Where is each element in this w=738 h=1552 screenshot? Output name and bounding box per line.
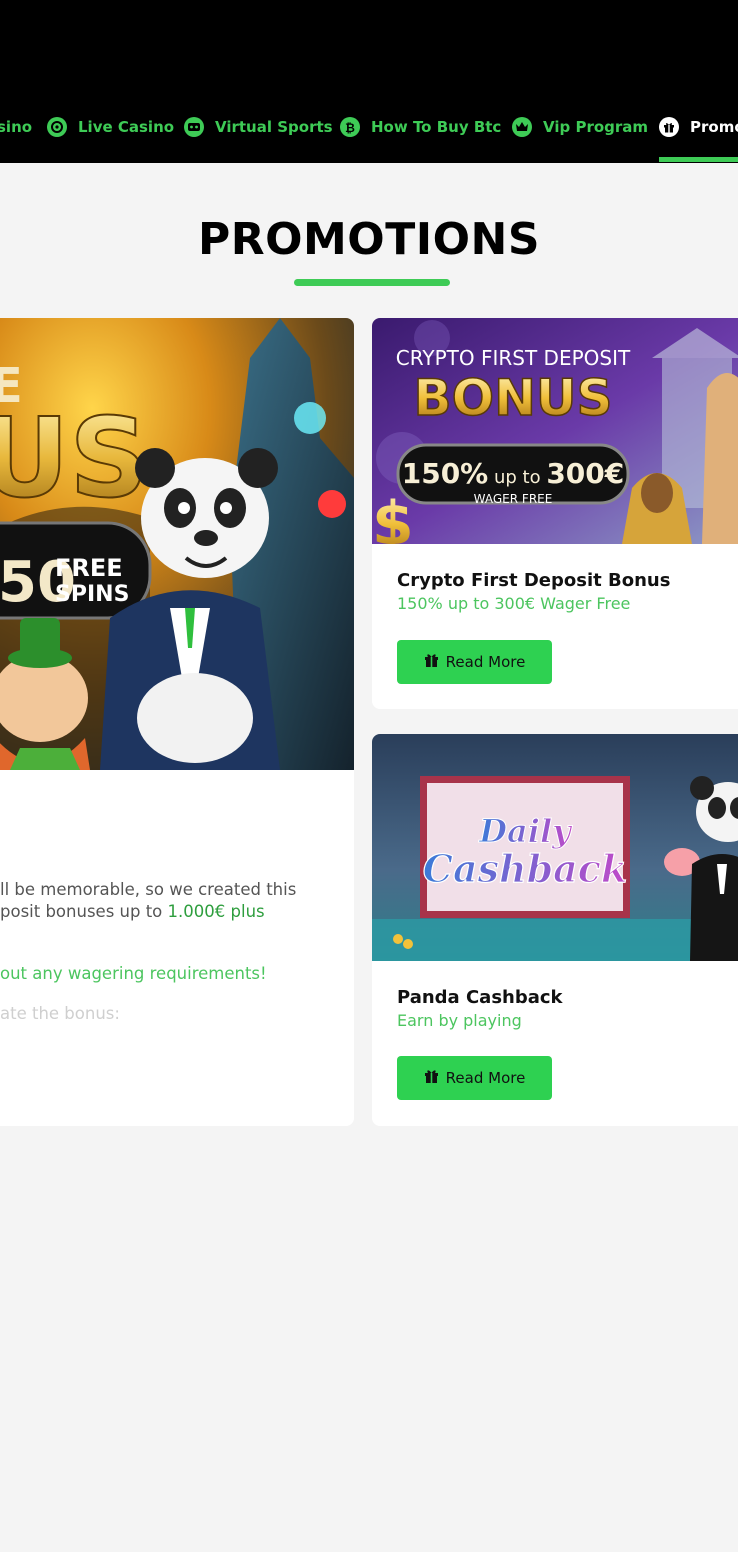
welcome-desc-line-2a: posit bonuses up to [0, 902, 168, 921]
gift-icon [659, 116, 679, 137]
welcome-desc-line-4: ate the bonus: [0, 1004, 120, 1023]
cashback-banner[interactable]: Daily Cashback [372, 734, 738, 961]
welcome-desc-line-3: out any wagering requirements! [0, 964, 267, 983]
crypto-banner-wager: WAGER FREE [474, 492, 553, 506]
nav-item-virtual-sports[interactable]: Virtual Sports [184, 90, 333, 163]
banner-spins-line1: FREE [55, 554, 123, 582]
welcome-bonus-banner[interactable]: E US 50 FREE SPINS [0, 318, 354, 770]
promo-card-cashback: Daily Cashback Panda Cashback Earn by pl… [372, 734, 738, 1126]
crypto-banner-line2: BONUS [413, 369, 612, 427]
welcome-desc-line-1: ll be memorable, so we created this [0, 880, 297, 899]
welcome-desc-line-2: posit bonuses up to 1.000€ plus [0, 902, 265, 921]
gift-icon [424, 1069, 439, 1087]
nav-label: sino [0, 117, 33, 136]
bitcoin-icon: ₿ [340, 116, 360, 137]
main-nav: sino Live Casino Virtual Sports ₿ How To… [0, 90, 738, 163]
crypto-card-title: Crypto First Deposit Bonus [397, 570, 671, 591]
nav-item-casino[interactable]: sino [0, 90, 32, 163]
gift-icon [424, 653, 439, 671]
banner-spins-line2: SPINS [55, 582, 129, 607]
page-title: PROMOTIONS [197, 214, 541, 265]
nav-item-how-to-buy-btc[interactable]: ₿ How To Buy Btc [340, 90, 501, 163]
read-more-label: Read More [445, 653, 526, 671]
crown-icon [512, 116, 532, 137]
nav-item-vip-program[interactable]: Vip Program [512, 90, 648, 163]
banner-letters-2: US [0, 394, 149, 522]
nav-label: Promo [690, 117, 738, 136]
promo-card-welcome: E US 50 FREE SPINS ll be memorable, so w… [0, 318, 354, 1126]
nav-label: Vip Program [543, 117, 649, 136]
cashback-banner-line1: Daily [478, 812, 573, 850]
promo-card-crypto: CRYPTO FIRST DEPOSIT BONUS 150% up to 30… [372, 318, 738, 709]
cashback-card-title: Panda Cashback [397, 987, 563, 1008]
active-tab-indicator [659, 157, 738, 162]
svg-text:₿: ₿ [345, 121, 355, 134]
crypto-bonus-banner[interactable]: CRYPTO FIRST DEPOSIT BONUS 150% up to 30… [372, 318, 738, 544]
cashback-read-more-button[interactable]: Read More [397, 1056, 552, 1100]
svg-text:$: $ [372, 489, 414, 544]
crypto-read-more-button[interactable]: Read More [397, 640, 552, 684]
crypto-banner-line1: CRYPTO FIRST DEPOSIT [396, 346, 631, 370]
welcome-desc-line-2b: 1.000€ plus [167, 902, 265, 921]
vr-headset-icon [184, 116, 204, 137]
nav-label: How To Buy Btc [371, 117, 502, 136]
nav-label: Live Casino [78, 117, 175, 136]
read-more-label: Read More [445, 1069, 526, 1087]
cashback-banner-line2: Cashback [423, 846, 628, 891]
top-header-bar [0, 0, 738, 90]
nav-item-promotions[interactable]: Promo [659, 90, 738, 163]
nav-item-live-casino[interactable]: Live Casino [47, 90, 174, 163]
crypto-card-subtitle: 150% up to 300€ Wager Free [397, 594, 631, 613]
roulette-icon [47, 116, 67, 137]
nav-label: Virtual Sports [215, 117, 333, 136]
title-underline [294, 279, 450, 286]
cashback-card-subtitle: Earn by playing [397, 1011, 522, 1030]
